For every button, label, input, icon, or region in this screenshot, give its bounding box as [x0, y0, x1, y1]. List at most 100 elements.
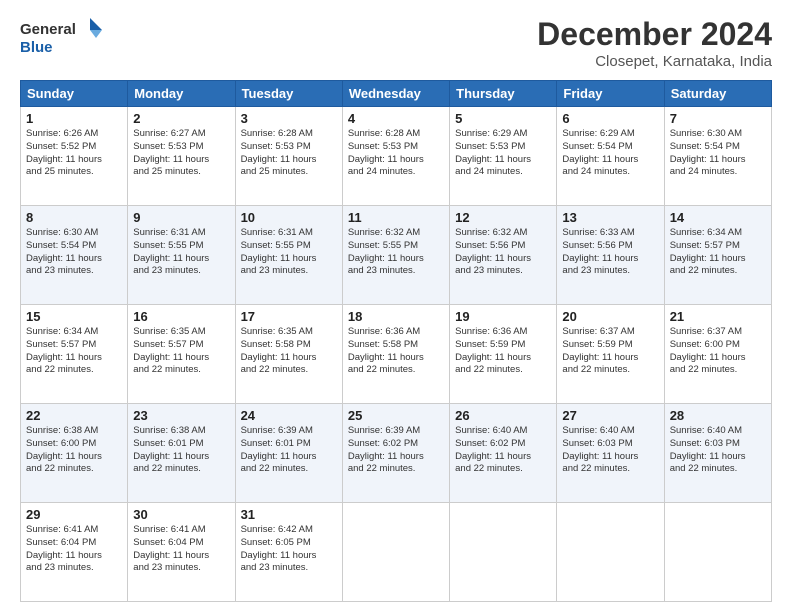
cell-content: Sunrise: 6:40 AMSunset: 6:03 PMDaylight:… [670, 425, 766, 476]
table-cell: 20Sunrise: 6:37 AMSunset: 5:59 PMDayligh… [557, 305, 664, 404]
table-cell: 14 Sunrise: 6:34 AMSunset: 5:57 PMDayligh… [664, 206, 771, 305]
table-cell: 21 Sunrise: 6:37 AMSunset: 6:00 PMDayligh… [664, 305, 771, 404]
day-number: 6 [562, 111, 658, 126]
day-number: 1 [26, 111, 122, 126]
cell-content: Sunrise: 6:31 AMSunset: 5:55 PMDaylight:… [133, 227, 229, 278]
day-number: 30 [133, 507, 229, 522]
week-row-5: 29 Sunrise: 6:41 AMSunset: 6:04 PMDayligh… [21, 503, 772, 602]
day-number: 14 [670, 210, 766, 225]
cell-content: Sunrise: 6:38 AMSunset: 6:01 PMDaylight:… [133, 425, 229, 476]
cell-content: Sunrise: 6:32 AMSunset: 5:55 PMDaylight:… [348, 227, 444, 278]
day-number: 29 [26, 507, 122, 522]
table-cell: 29 Sunrise: 6:41 AMSunset: 6:04 PMDayligh… [21, 503, 128, 602]
day-number: 12 [455, 210, 551, 225]
table-cell: 30 Sunrise: 6:41 AMSunset: 6:04 PMDayligh… [128, 503, 235, 602]
day-number: 16 [133, 309, 229, 324]
day-number: 19 [455, 309, 551, 324]
svg-text:General: General [20, 21, 76, 38]
col-friday: Friday [557, 81, 664, 107]
table-cell: 11 Sunrise: 6:32 AMSunset: 5:55 PMDayligh… [342, 206, 449, 305]
day-number: 5 [455, 111, 551, 126]
table-cell: 27 Sunrise: 6:40 AMSunset: 6:03 PMDayligh… [557, 404, 664, 503]
cell-content: Sunrise: 6:29 AMSunset: 5:53 PMDaylight:… [455, 128, 551, 179]
day-number: 8 [26, 210, 122, 225]
cell-content: Sunrise: 6:40 AMSunset: 6:03 PMDaylight:… [562, 425, 658, 476]
cell-content: Sunrise: 6:30 AMSunset: 5:54 PMDaylight:… [670, 128, 766, 179]
day-number: 25 [348, 408, 444, 423]
table-cell: 31Sunrise: 6:42 AMSunset: 6:05 PMDayligh… [235, 503, 342, 602]
cell-content: Sunrise: 6:28 AMSunset: 5:53 PMDaylight:… [348, 128, 444, 179]
table-cell: 23 Sunrise: 6:38 AMSunset: 6:01 PMDayligh… [128, 404, 235, 503]
cell-content: Sunrise: 6:36 AMSunset: 5:58 PMDaylight:… [348, 326, 444, 377]
cell-content: Sunrise: 6:37 AMSunset: 5:59 PMDaylight:… [562, 326, 658, 377]
table-cell: 16 Sunrise: 6:35 AMSunset: 5:57 PMDayligh… [128, 305, 235, 404]
day-number: 28 [670, 408, 766, 423]
svg-text:Blue: Blue [20, 39, 53, 56]
cell-content: Sunrise: 6:35 AMSunset: 5:58 PMDaylight:… [241, 326, 337, 377]
cell-content: Sunrise: 6:41 AMSunset: 6:04 PMDaylight:… [133, 524, 229, 575]
day-number: 31 [241, 507, 337, 522]
cell-content: Sunrise: 6:41 AMSunset: 6:04 PMDaylight:… [26, 524, 122, 575]
table-cell: 18 Sunrise: 6:36 AMSunset: 5:58 PMDayligh… [342, 305, 449, 404]
day-number: 18 [348, 309, 444, 324]
week-row-2: 8 Sunrise: 6:30 AMSunset: 5:54 PMDaylight… [21, 206, 772, 305]
week-row-3: 15 Sunrise: 6:34 AMSunset: 5:57 PMDayligh… [21, 305, 772, 404]
cell-content: Sunrise: 6:29 AMSunset: 5:54 PMDaylight:… [562, 128, 658, 179]
table-cell: 3 Sunrise: 6:28 AMSunset: 5:53 PMDaylight… [235, 107, 342, 206]
day-number: 17 [241, 309, 337, 324]
table-cell: 15 Sunrise: 6:34 AMSunset: 5:57 PMDayligh… [21, 305, 128, 404]
page: General Blue December 2024 Closepet, Kar… [0, 0, 792, 612]
table-cell: 13Sunrise: 6:33 AMSunset: 5:56 PMDayligh… [557, 206, 664, 305]
cell-content: Sunrise: 6:28 AMSunset: 5:53 PMDaylight:… [241, 128, 337, 179]
week-row-4: 22 Sunrise: 6:38 AMSunset: 6:00 PMDayligh… [21, 404, 772, 503]
cell-content: Sunrise: 6:30 AMSunset: 5:54 PMDaylight:… [26, 227, 122, 278]
table-cell [557, 503, 664, 602]
table-cell: 19Sunrise: 6:36 AMSunset: 5:59 PMDayligh… [450, 305, 557, 404]
title-block: December 2024 Closepet, Karnataka, India [537, 16, 772, 70]
subtitle: Closepet, Karnataka, India [537, 53, 772, 70]
cell-content: Sunrise: 6:39 AMSunset: 6:01 PMDaylight:… [241, 425, 337, 476]
table-cell: 12Sunrise: 6:32 AMSunset: 5:56 PMDayligh… [450, 206, 557, 305]
day-number: 24 [241, 408, 337, 423]
cell-content: Sunrise: 6:31 AMSunset: 5:55 PMDaylight:… [241, 227, 337, 278]
cell-content: Sunrise: 6:38 AMSunset: 6:00 PMDaylight:… [26, 425, 122, 476]
table-cell: 25 Sunrise: 6:39 AMSunset: 6:02 PMDayligh… [342, 404, 449, 503]
cell-content: Sunrise: 6:37 AMSunset: 6:00 PMDaylight:… [670, 326, 766, 377]
table-cell: 26Sunrise: 6:40 AMSunset: 6:02 PMDayligh… [450, 404, 557, 503]
table-cell: 6 Sunrise: 6:29 AMSunset: 5:54 PMDaylight… [557, 107, 664, 206]
cell-content: Sunrise: 6:34 AMSunset: 5:57 PMDaylight:… [670, 227, 766, 278]
day-number: 2 [133, 111, 229, 126]
main-title: December 2024 [537, 16, 772, 53]
calendar-header-row: Sunday Monday Tuesday Wednesday Thursday… [21, 81, 772, 107]
cell-content: Sunrise: 6:40 AMSunset: 6:02 PMDaylight:… [455, 425, 551, 476]
day-number: 27 [562, 408, 658, 423]
week-row-1: 1 Sunrise: 6:26 AMSunset: 5:52 PMDaylight… [21, 107, 772, 206]
logo-svg: General Blue [20, 16, 110, 60]
cell-content: Sunrise: 6:39 AMSunset: 6:02 PMDaylight:… [348, 425, 444, 476]
cell-content: Sunrise: 6:35 AMSunset: 5:57 PMDaylight:… [133, 326, 229, 377]
day-number: 3 [241, 111, 337, 126]
day-number: 23 [133, 408, 229, 423]
table-cell: 9Sunrise: 6:31 AMSunset: 5:55 PMDaylight… [128, 206, 235, 305]
table-cell: 8 Sunrise: 6:30 AMSunset: 5:54 PMDaylight… [21, 206, 128, 305]
day-number: 21 [670, 309, 766, 324]
table-cell: 4 Sunrise: 6:28 AMSunset: 5:53 PMDaylight… [342, 107, 449, 206]
day-number: 11 [348, 210, 444, 225]
table-cell: 24 Sunrise: 6:39 AMSunset: 6:01 PMDayligh… [235, 404, 342, 503]
day-number: 7 [670, 111, 766, 126]
logo: General Blue [20, 16, 110, 60]
col-thursday: Thursday [450, 81, 557, 107]
table-cell: 2Sunrise: 6:27 AMSunset: 5:53 PMDaylight… [128, 107, 235, 206]
day-number: 22 [26, 408, 122, 423]
day-number: 15 [26, 309, 122, 324]
day-number: 4 [348, 111, 444, 126]
cell-content: Sunrise: 6:34 AMSunset: 5:57 PMDaylight:… [26, 326, 122, 377]
col-wednesday: Wednesday [342, 81, 449, 107]
calendar-table: Sunday Monday Tuesday Wednesday Thursday… [20, 80, 772, 602]
table-cell: 7 Sunrise: 6:30 AMSunset: 5:54 PMDaylight… [664, 107, 771, 206]
table-cell: 1 Sunrise: 6:26 AMSunset: 5:52 PMDaylight… [21, 107, 128, 206]
day-number: 13 [562, 210, 658, 225]
cell-content: Sunrise: 6:26 AMSunset: 5:52 PMDaylight:… [26, 128, 122, 179]
table-cell [664, 503, 771, 602]
table-cell [342, 503, 449, 602]
